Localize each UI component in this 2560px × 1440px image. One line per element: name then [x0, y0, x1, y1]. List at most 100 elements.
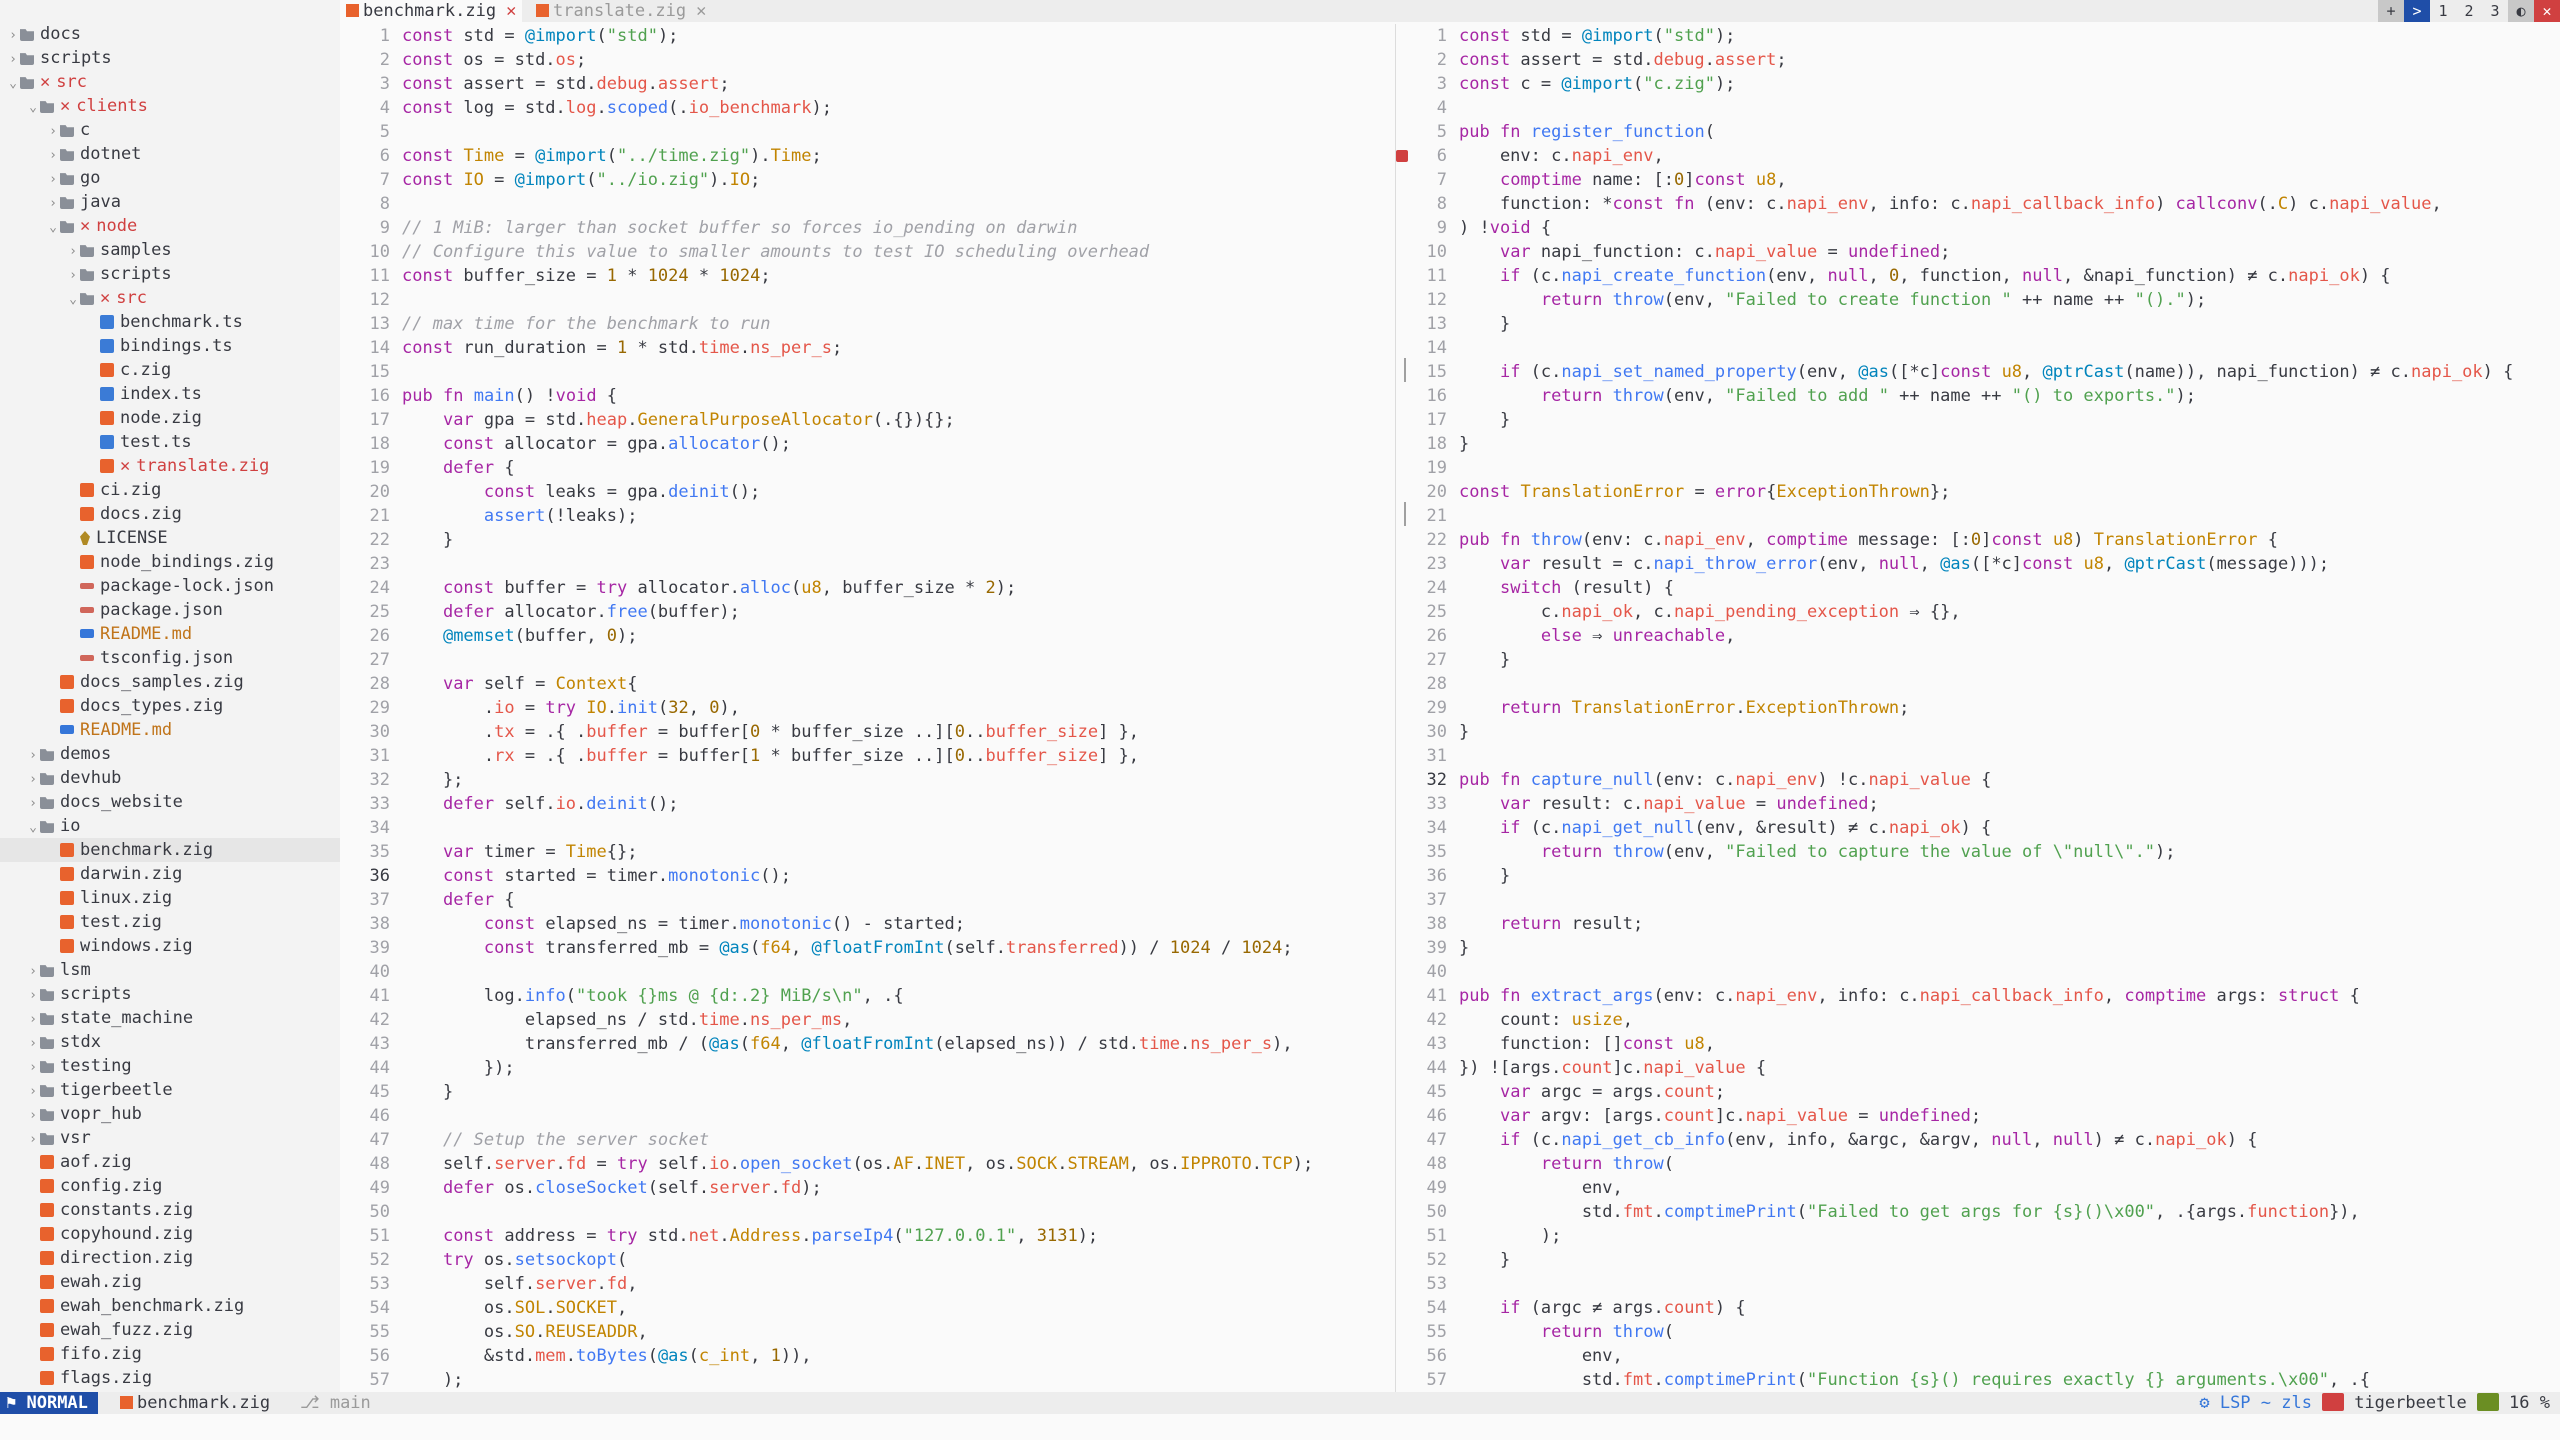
code-line[interactable]: 31	[1397, 744, 2560, 768]
code-line[interactable]: 21 assert(!leaks);	[340, 504, 1394, 528]
code-line[interactable]: 34 if (c.napi_get_null(env, &result) ≠ c…	[1397, 816, 2560, 840]
error-gutter-icon[interactable]	[1396, 150, 1408, 162]
tree-item[interactable]: › demos	[0, 742, 340, 766]
tree-item[interactable]: › docs_website	[0, 790, 340, 814]
chevron-right-icon[interactable]: ›	[46, 120, 60, 144]
code-line[interactable]: 29 .io = try IO.init(32, 0),	[340, 696, 1394, 720]
code-line[interactable]: 42 elapsed_ns / std.time.ns_per_ms,	[340, 1008, 1394, 1032]
tree-item[interactable]: linux.zig	[0, 886, 340, 910]
code-line[interactable]: 51 const address = try std.net.Address.p…	[340, 1224, 1394, 1248]
chevron-right-icon[interactable]: ›	[26, 1104, 40, 1128]
tree-item[interactable]: windows.zig	[0, 934, 340, 958]
code-line[interactable]: 15	[340, 360, 1394, 384]
code-line[interactable]: 37 defer {	[340, 888, 1394, 912]
code-line[interactable]: 51 );	[1397, 1224, 2560, 1248]
tree-item[interactable]: docs_types.zig	[0, 694, 340, 718]
code-line[interactable]: 10 var napi_function: c.napi_value = und…	[1397, 240, 2560, 264]
code-line[interactable]: 53 self.server.fd,	[340, 1272, 1394, 1296]
code-line[interactable]: 47 if (c.napi_get_cb_info(env, info, &ar…	[1397, 1128, 2560, 1152]
code-line[interactable]: 39 const transferred_mb = @as(f64, @floa…	[340, 936, 1394, 960]
chevron-right-icon[interactable]: ›	[26, 1128, 40, 1152]
tree-item[interactable]: › vopr_hub	[0, 1102, 340, 1126]
code-line[interactable]: 19 defer {	[340, 456, 1394, 480]
code-line[interactable]: 23 var result = c.napi_throw_error(env, …	[1397, 552, 2560, 576]
status-file[interactable]: benchmark.zig	[120, 1392, 270, 1414]
new-tab-button[interactable]: +	[2378, 0, 2404, 22]
tree-item[interactable]: › scripts	[0, 262, 340, 286]
code-line[interactable]: 24 switch (result) {	[1397, 576, 2560, 600]
code-line[interactable]: 36 }	[1397, 864, 2560, 888]
code-line[interactable]: 34	[340, 816, 1394, 840]
chevron-right-icon[interactable]: ›	[46, 192, 60, 216]
code-line[interactable]: 48 self.server.fd = try self.io.open_soc…	[340, 1152, 1394, 1176]
code-line[interactable]: 1 const std = @import("std");	[340, 24, 1394, 48]
workspace-3-button[interactable]: 3	[2482, 0, 2508, 22]
code-line[interactable]: 11 if (c.napi_create_function(env, null,…	[1397, 264, 2560, 288]
close-tab-icon[interactable]: ✕	[506, 1, 516, 21]
code-line[interactable]: 4 const log = std.log.scoped(.io_benchmar…	[340, 96, 1394, 120]
code-line[interactable]: 40	[340, 960, 1394, 984]
chevron-right-icon[interactable]: ›	[66, 240, 80, 264]
code-line[interactable]: 25 c.napi_ok, c.napi_pending_exception ⇒…	[1397, 600, 2560, 624]
code-line[interactable]: 12	[340, 288, 1394, 312]
code-line[interactable]: 9) !void {	[1397, 216, 2560, 240]
tree-item[interactable]: › go	[0, 166, 340, 190]
code-line[interactable]: 55 os.SO.REUSEADDR,	[340, 1320, 1394, 1344]
code-line[interactable]: 42 count: usize,	[1397, 1008, 2560, 1032]
code-line[interactable]: 20 const TranslationError = error{Excepti…	[1397, 480, 2560, 504]
tree-item[interactable]: c.zig	[0, 358, 340, 382]
code-line[interactable]: 44}) ![args.count]c.napi_value {	[1397, 1056, 2560, 1080]
tree-item[interactable]: darwin.zig	[0, 862, 340, 886]
chevron-right-icon[interactable]: ›	[26, 1008, 40, 1032]
tree-item[interactable]: benchmark.ts	[0, 310, 340, 334]
tree-item[interactable]: benchmark.zig	[0, 838, 340, 862]
chevron-right-icon[interactable]: ›	[6, 48, 20, 72]
tree-item[interactable]: node_bindings.zig	[0, 550, 340, 574]
tree-item[interactable]: › scripts	[0, 982, 340, 1006]
code-line[interactable]: 11 const buffer_size = 1 * 1024 * 1024;	[340, 264, 1394, 288]
tree-item[interactable]: › tigerbeetle	[0, 1078, 340, 1102]
code-line[interactable]: 56 &std.mem.toBytes(@as(c_int, 1)),	[340, 1344, 1394, 1368]
code-line[interactable]: 35 var timer = Time{};	[340, 840, 1394, 864]
code-line[interactable]: 41 pub fn extract_args(env: c.napi_env, i…	[1397, 984, 2560, 1008]
tree-item[interactable]: docs.zig	[0, 502, 340, 526]
code-line[interactable]: 54 if (argc ≠ args.count) {	[1397, 1296, 2560, 1320]
chevron-right-icon[interactable]: ›	[26, 984, 40, 1008]
chevron-right-icon[interactable]: ›	[26, 1032, 40, 1056]
lsp-status[interactable]: ⚙ LSP ~ zls	[2199, 1392, 2312, 1414]
tab-benchmark-zig[interactable]: benchmark.zig ✕	[340, 0, 523, 22]
tree-item[interactable]: › testing	[0, 1054, 340, 1078]
tree-item[interactable]: › java	[0, 190, 340, 214]
code-line[interactable]: 6 env: c.napi_env,	[1397, 144, 2560, 168]
code-line[interactable]: 36 const started = timer.monotonic();	[340, 864, 1394, 888]
code-line[interactable]: 4	[1397, 96, 2560, 120]
code-line[interactable]: 50 std.fmt.comptimePrint("Failed to get …	[1397, 1200, 2560, 1224]
code-line[interactable]: 44 });	[340, 1056, 1394, 1080]
tree-item[interactable]: › scripts	[0, 46, 340, 70]
tree-item[interactable]: ci.zig	[0, 478, 340, 502]
code-line[interactable]: 53	[1397, 1272, 2560, 1296]
code-line[interactable]: 40	[1397, 960, 2560, 984]
tree-item[interactable]: › vsr	[0, 1126, 340, 1150]
next-pane-button[interactable]: >	[2404, 0, 2430, 22]
code-line[interactable]: 3 const assert = std.debug.assert;	[340, 72, 1394, 96]
tree-item[interactable]: › state_machine	[0, 1006, 340, 1030]
project-indicator[interactable]: tigerbeetle	[2321, 1392, 2467, 1414]
code-line[interactable]: 25 defer allocator.free(buffer);	[340, 600, 1394, 624]
code-line[interactable]: 9 // 1 MiB: larger than socket buffer so …	[340, 216, 1394, 240]
tree-item[interactable]: index.ts	[0, 382, 340, 406]
code-line[interactable]: 57 std.fmt.comptimePrint("Function {s}()…	[1397, 1368, 2560, 1392]
tree-item[interactable]: config.zig	[0, 1174, 340, 1198]
chevron-down-icon[interactable]: ⌄	[26, 96, 40, 120]
code-line[interactable]: 3 const c = @import("c.zig");	[1397, 72, 2560, 96]
tree-item[interactable]: bindings.ts	[0, 334, 340, 358]
chevron-right-icon[interactable]: ›	[26, 960, 40, 984]
chevron-right-icon[interactable]: ›	[66, 264, 80, 288]
code-line[interactable]: 5 pub fn register_function(	[1397, 120, 2560, 144]
code-line[interactable]: 38 const elapsed_ns = timer.monotonic() …	[340, 912, 1394, 936]
code-line[interactable]: 19	[1397, 456, 2560, 480]
code-line[interactable]: 20 const leaks = gpa.deinit();	[340, 480, 1394, 504]
code-line[interactable]: 10 // Configure this value to smaller amo…	[340, 240, 1394, 264]
code-line[interactable]: 41 log.info("took {}ms @ {d:.2} MiB/s\n"…	[340, 984, 1394, 1008]
tree-item[interactable]: › c	[0, 118, 340, 142]
